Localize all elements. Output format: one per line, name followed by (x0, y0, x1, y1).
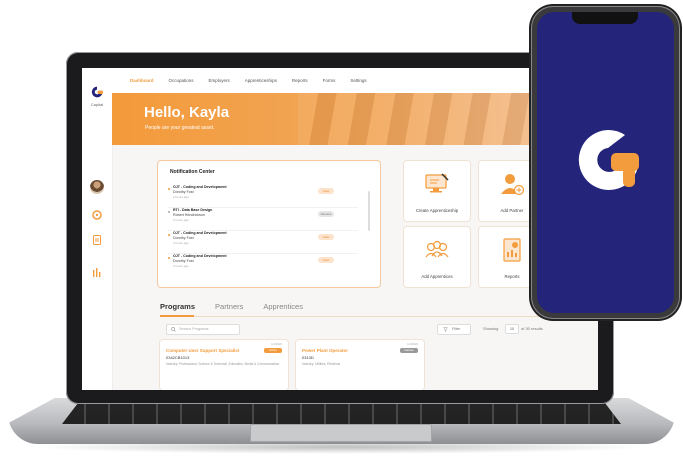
status-badge: Active (264, 348, 282, 353)
phone (531, 6, 680, 319)
notification-item-time: 2 hours ago (173, 241, 189, 245)
notification-item[interactable]: OJT - Coding and Development Dorothy Fos… (168, 185, 358, 208)
group-icon (425, 240, 449, 258)
nav-forms[interactable]: Forms (323, 78, 336, 83)
view-button[interactable]: View (318, 188, 334, 194)
program-industry: Industry: Professional, Science & Techni… (166, 362, 280, 366)
monitor-pencil-icon (425, 173, 449, 193)
tile-label: Create Apprenticeship (415, 208, 459, 213)
nav-employers[interactable]: Employers (209, 78, 230, 83)
nav-dashboard[interactable]: Dashboard (130, 78, 154, 83)
filter-label: Filter (452, 327, 461, 331)
phone-notch (572, 12, 638, 24)
notification-item-time: 2 hours ago (173, 264, 189, 268)
notification-item-title: OJT - Coding and Development (173, 231, 227, 235)
phone-screen (537, 12, 674, 313)
unread-dot (168, 257, 170, 259)
read-dot (168, 211, 170, 213)
folder-icon[interactable] (91, 234, 103, 246)
report-document-icon (503, 238, 521, 262)
add-apprentices-tile[interactable]: Add Apprentices (404, 227, 470, 287)
notification-item-title: OJT - Coding and Development (173, 185, 227, 189)
page-size-select[interactable]: 10 (505, 324, 519, 334)
nav-settings[interactable]: Settings (350, 78, 366, 83)
notification-item-title: OJT - Coding and Development (173, 254, 227, 258)
status-badge: Inactive (400, 348, 418, 353)
search-placeholder: Search Programs (179, 327, 209, 331)
welcome-banner: Hello, Kayla People are your greatest as… (112, 93, 598, 145)
notification-item[interactable]: RTI - Data Base Design Robert Hendrickso… (168, 208, 358, 231)
sidebar: Capital (82, 68, 113, 390)
view-button[interactable]: View (318, 257, 334, 263)
program-title[interactable]: Computer User Support Specialist (166, 348, 239, 353)
greeting: Hello, Kayla (144, 104, 230, 121)
tab-bar: Programs Partners Apprentices (160, 302, 303, 311)
scrollbar[interactable] (368, 191, 370, 231)
notification-item[interactable]: OJT - Coding and Development Dorothy Fos… (168, 231, 358, 254)
notification-item-person: Dorothy Fost (173, 259, 194, 263)
unread-dot (168, 188, 170, 190)
notification-item-person: Robert Hendrickson (173, 213, 205, 217)
add-user-icon (501, 174, 525, 196)
app-logo-icon[interactable] (575, 127, 641, 193)
bar-chart-icon[interactable] (91, 266, 103, 278)
program-card[interactable]: 1/1/2020 Inactive Power Plant Operator 0… (296, 340, 424, 390)
program-title[interactable]: Power Plant Operator (302, 348, 348, 353)
program-date: 1/1/2020 (407, 342, 418, 346)
top-nav: Dashboard Occupations Employers Apprenti… (112, 68, 598, 93)
tab-programs[interactable]: Programs (160, 302, 195, 311)
program-code: 0313D (302, 355, 314, 360)
program-date: 1/1/2020 (271, 342, 282, 346)
laptop-trackpad (250, 424, 432, 442)
compass-icon[interactable] (91, 209, 103, 221)
search-icon (171, 327, 176, 332)
program-industry: Industry: Utilities, Electrical (302, 362, 341, 366)
nav-reports[interactable]: Reports (292, 78, 308, 83)
laptop-keyboard (62, 402, 621, 424)
results-count: of 30 results (521, 326, 543, 331)
notification-item-title: RTI - Data Base Design (173, 208, 213, 212)
program-card[interactable]: 1/1/2020 Active Computer User Support Sp… (160, 340, 288, 390)
nav-occupations[interactable]: Occupations (169, 78, 194, 83)
notification-item[interactable]: OJT - Coding and Development Dorothy Fos… (168, 254, 358, 276)
search-input[interactable]: Search Programs (166, 324, 240, 335)
filter-icon (443, 327, 448, 332)
create-apprenticeship-tile[interactable]: Create Apprenticeship (404, 161, 470, 221)
tab-apprentices[interactable]: Apprentices (263, 302, 303, 311)
notification-item-person: Dorothy Fost (173, 190, 194, 194)
tile-label: Add Apprentices (421, 274, 453, 279)
nav-apprenticeships[interactable]: Apprenticeships (245, 78, 277, 83)
tagline: People are your greatest asset. (145, 125, 215, 131)
tab-divider (160, 316, 550, 317)
notification-title: Notification Center (170, 169, 215, 175)
app-logo-icon[interactable] (90, 86, 104, 98)
notification-center: Notification Center OJT - Coding and Dev… (158, 161, 380, 287)
showing-prefix: Showing (483, 326, 499, 331)
notification-item-person: Dorothy Fost (173, 236, 194, 240)
logo-label: Capital (90, 102, 104, 107)
tab-partners[interactable]: Partners (215, 302, 243, 311)
laptop-screen: Capital Dashboard Occupations Employers … (82, 68, 598, 390)
notification-item-time: 2 hours ago (173, 218, 189, 222)
avatar[interactable] (90, 180, 104, 194)
program-code: 0342CB1013 (166, 355, 190, 360)
notification-item-time: 2 hours ago (173, 195, 189, 199)
unread-dot (168, 234, 170, 236)
active-tab-indicator (160, 315, 194, 317)
filter-button[interactable]: Filter (437, 324, 471, 335)
view-button[interactable]: View (318, 234, 334, 240)
resolve-button[interactable]: Resolve (318, 211, 334, 217)
